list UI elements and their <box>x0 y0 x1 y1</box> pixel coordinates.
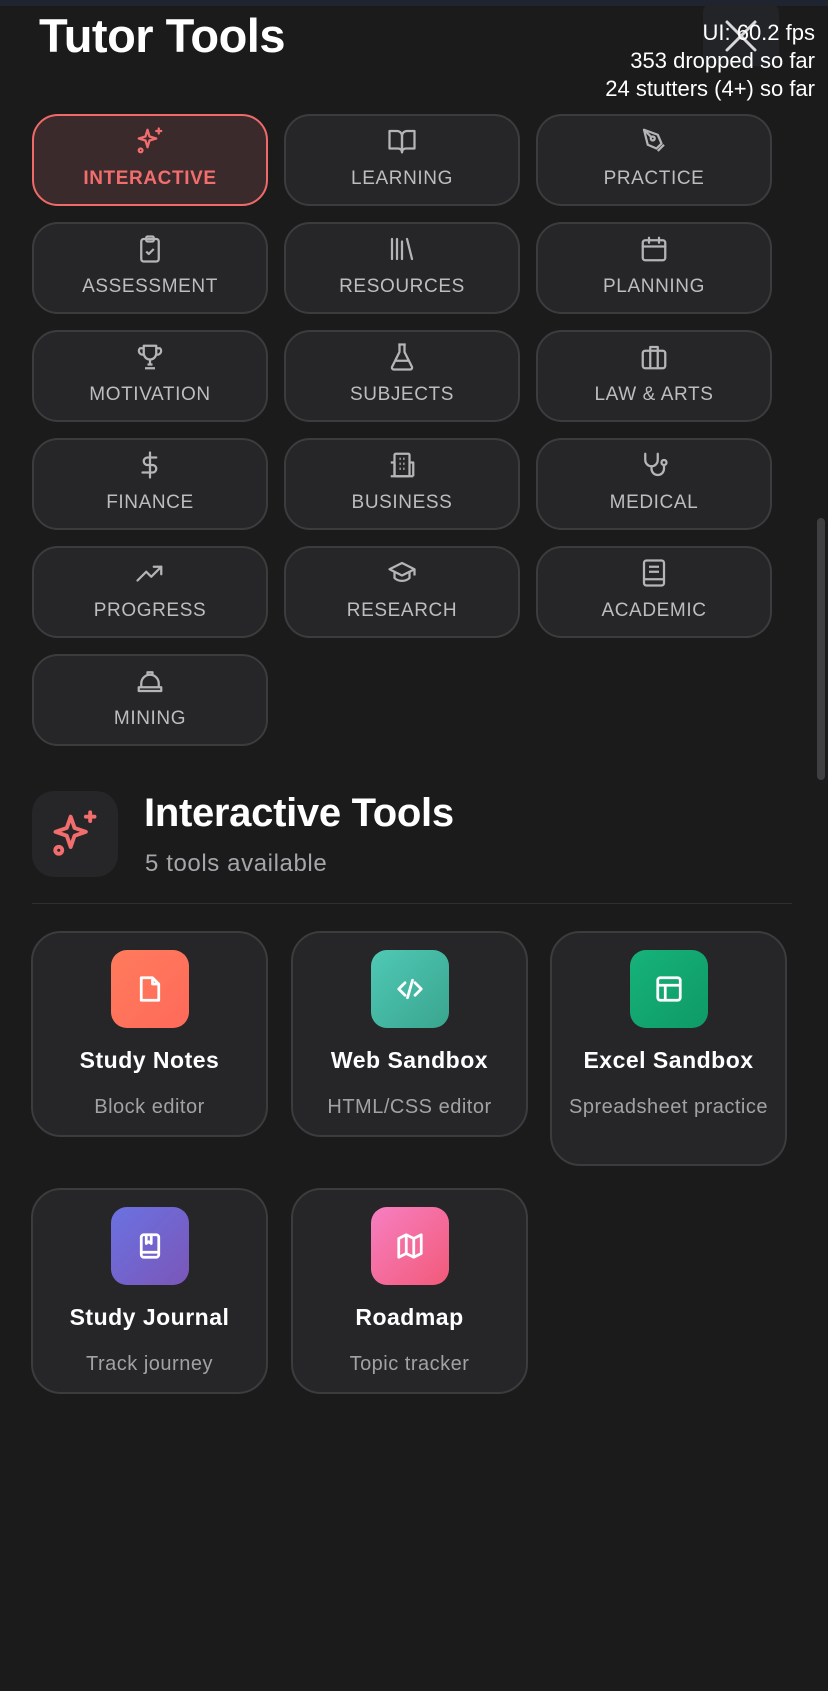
tool-card-web-sandbox[interactable]: Web Sandbox HTML/CSS editor <box>291 931 528 1137</box>
category-chip-planning[interactable]: PLANNING <box>536 222 772 314</box>
stutters-readout: 24 stutters (4+) so far <box>605 76 815 101</box>
calendar-icon <box>641 236 667 262</box>
library-icon <box>390 237 414 261</box>
category-label: ACADEMIC <box>601 600 707 621</box>
graduation-cap-icon <box>388 561 416 582</box>
book-bookmark-icon <box>139 1233 161 1259</box>
category-label: PROGRESS <box>93 600 207 621</box>
status-strip <box>0 0 828 6</box>
category-chip-practice[interactable]: PRACTICE <box>536 114 772 206</box>
tool-icon-tile <box>111 1207 189 1285</box>
category-chip-law-arts[interactable]: LAW & ARTS <box>536 330 772 422</box>
sparkles-icon <box>137 127 163 154</box>
category-label: PLANNING <box>603 276 705 297</box>
dollar-icon <box>141 451 158 479</box>
category-label: BUSINESS <box>351 492 453 513</box>
tool-icon-tile <box>630 950 708 1028</box>
category-label: SUBJECTS <box>349 384 455 405</box>
clipboard-check-icon <box>140 235 160 263</box>
tool-description: Topic tracker <box>349 1353 470 1375</box>
tool-name: Roadmap <box>355 1304 464 1330</box>
category-label: ASSESSMENT <box>82 276 218 297</box>
category-chip-medical[interactable]: MEDICAL <box>536 438 772 530</box>
stethoscope-icon <box>644 452 668 477</box>
tool-description: Track journey <box>86 1353 213 1375</box>
section-title: Interactive Tools <box>144 791 454 835</box>
category-chip-business[interactable]: BUSINESS <box>284 438 520 530</box>
file-icon <box>139 976 161 1002</box>
book-open-icon <box>388 129 416 154</box>
category-chip-progress[interactable]: PROGRESS <box>32 546 268 638</box>
divider <box>32 903 792 904</box>
flask-icon <box>390 343 414 371</box>
category-chip-resources[interactable]: RESOURCES <box>284 222 520 314</box>
category-chip-research[interactable]: RESEARCH <box>284 546 520 638</box>
tool-description: HTML/CSS editor <box>327 1096 492 1118</box>
category-label: MEDICAL <box>609 492 699 513</box>
category-chip-interactive[interactable]: INTERACTIVE <box>32 114 268 206</box>
building-icon <box>390 452 415 478</box>
category-chip-learning[interactable]: LEARNING <box>284 114 520 206</box>
tool-name: Study Journal <box>69 1304 230 1330</box>
category-label: LAW & ARTS <box>594 384 714 405</box>
category-chip-mining[interactable]: MINING <box>32 654 268 746</box>
section-icon-tile <box>32 791 118 877</box>
section-subtitle: 5 tools available <box>145 850 328 877</box>
page-title: Tutor Tools <box>39 9 285 62</box>
pen-tool-icon <box>642 128 665 152</box>
tool-card-roadmap[interactable]: Roadmap Topic tracker <box>291 1188 528 1394</box>
dropped-frames-readout: 353 dropped so far <box>630 48 815 73</box>
tool-icon-tile <box>111 950 189 1028</box>
table-icon <box>656 976 682 1002</box>
tool-name: Study Notes <box>79 1047 220 1073</box>
scrollbar[interactable] <box>817 518 825 780</box>
category-chip-finance[interactable]: FINANCE <box>32 438 268 530</box>
tool-icon-tile <box>371 950 449 1028</box>
category-chip-motivation[interactable]: MOTIVATION <box>32 330 268 422</box>
briefcase-icon <box>641 345 667 370</box>
tool-description: Spreadsheet practice <box>568 1096 768 1118</box>
hard-hat-icon <box>137 671 163 693</box>
category-chip-subjects[interactable]: SUBJECTS <box>284 330 520 422</box>
category-chip-assessment[interactable]: ASSESSMENT <box>32 222 268 314</box>
tool-description: Block editor <box>94 1096 205 1118</box>
category-label: INTERACTIVE <box>83 168 217 189</box>
tool-card-excel-sandbox[interactable]: Excel Sandbox Spreadsheet practice <box>550 931 787 1166</box>
tool-name: Web Sandbox <box>330 1047 489 1073</box>
category-label: MOTIVATION <box>89 384 211 405</box>
map-icon <box>397 1233 423 1259</box>
notebook-icon <box>642 559 666 587</box>
fps-readout: UI: 60.2 fps <box>702 20 815 45</box>
tool-name: Excel Sandbox <box>583 1047 754 1073</box>
tool-icon-tile <box>371 1207 449 1285</box>
category-label: PRACTICE <box>603 168 705 189</box>
perf-overlay: UI: 60.2 fps 353 dropped so far 24 stutt… <box>605 19 815 103</box>
category-label: RESEARCH <box>346 600 458 621</box>
code-icon <box>397 978 423 1000</box>
tool-card-study-notes[interactable]: Study Notes Block editor <box>31 931 268 1137</box>
trophy-icon <box>137 344 163 370</box>
category-chip-academic[interactable]: ACADEMIC <box>536 546 772 638</box>
category-label: RESOURCES <box>339 276 465 297</box>
tool-card-study-journal[interactable]: Study Journal Track journey <box>31 1188 268 1394</box>
sparkles-icon <box>53 810 97 856</box>
category-label: MINING <box>113 708 187 729</box>
category-label: LEARNING <box>351 168 453 189</box>
category-label: FINANCE <box>106 492 194 513</box>
trending-up-icon <box>136 565 163 582</box>
